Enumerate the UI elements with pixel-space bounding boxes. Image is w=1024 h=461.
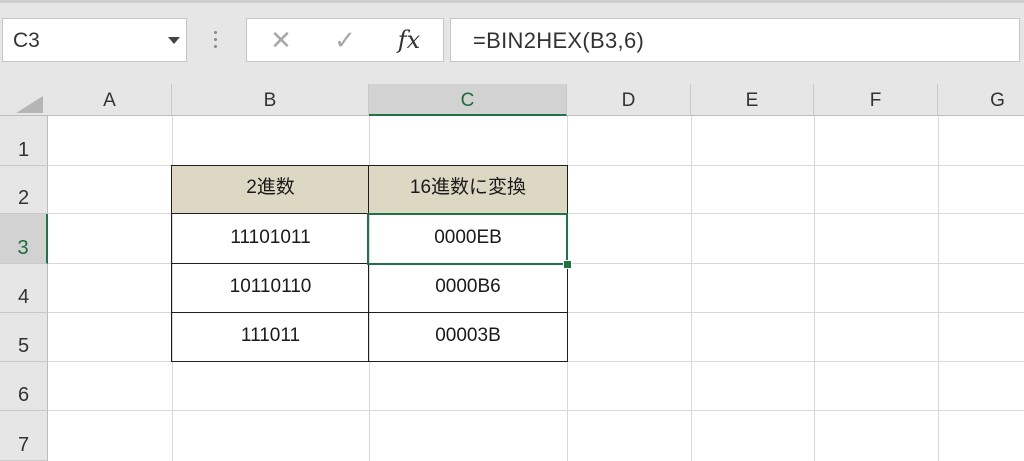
ribbon-edge <box>0 0 1024 3</box>
column-header-d[interactable]: D <box>567 84 691 116</box>
cell-b4[interactable]: 10110110 <box>172 264 369 312</box>
select-all-icon <box>16 96 43 113</box>
insert-function-icon[interactable]: fx <box>389 25 429 55</box>
row-header-2[interactable]: 2 <box>0 166 48 214</box>
formula-buttons: ✕ ✓ fx <box>246 18 444 62</box>
cell-c5[interactable]: 00003B <box>369 313 567 361</box>
row-number: 5 <box>17 335 30 357</box>
name-box[interactable]: C3 <box>2 18 187 62</box>
cell-text: 10110110 <box>229 276 312 297</box>
cell-b3[interactable]: 11101011 <box>172 214 369 263</box>
cell-b2[interactable]: 2進数 <box>172 166 369 213</box>
cell-text: 2進数 <box>246 177 295 198</box>
name-box-value: C3 <box>13 29 40 52</box>
column-header-f[interactable]: F <box>814 84 938 116</box>
cell-text: 16進数に変換 <box>409 177 527 198</box>
cancel-icon[interactable]: ✕ <box>261 25 301 55</box>
row-header-3[interactable]: 3 <box>0 214 48 264</box>
chevron-down-icon[interactable] <box>168 37 180 44</box>
cell-c2[interactable]: 16進数に変換 <box>369 166 567 213</box>
table-border <box>171 165 568 166</box>
row-number: 7 <box>17 434 30 456</box>
active-cell-outline <box>367 213 568 265</box>
column-header-a[interactable]: A <box>48 84 172 116</box>
formula-input[interactable]: =BIN2HEX(B3,6) <box>450 18 1020 62</box>
column-header-b[interactable]: B <box>172 84 369 116</box>
row-number: 4 <box>17 286 30 308</box>
row-header-1[interactable]: 1 <box>0 116 48 166</box>
column-header-c[interactable]: C <box>369 84 567 116</box>
cell-text: 0000B6 <box>435 276 501 297</box>
gridline <box>48 410 1024 411</box>
formula-text: =BIN2HEX(B3,6) <box>473 28 645 53</box>
table-border <box>171 361 568 362</box>
row-header-4[interactable]: 4 <box>0 264 48 313</box>
resize-handle-icon[interactable] <box>214 31 218 52</box>
cell-b5[interactable]: 111011 <box>172 313 369 361</box>
fill-handle[interactable] <box>563 260 572 269</box>
row-number: 3 <box>17 237 29 259</box>
row-header-7[interactable]: 7 <box>0 411 48 461</box>
table-border <box>171 165 172 362</box>
row-header-6[interactable]: 6 <box>0 362 48 411</box>
row-number: 2 <box>17 187 30 209</box>
table-border <box>171 312 568 313</box>
row-number: 1 <box>17 139 30 161</box>
cell-c4[interactable]: 0000B6 <box>369 264 567 312</box>
row-header-5[interactable]: 5 <box>0 313 48 362</box>
row-number: 6 <box>17 384 30 406</box>
cell-text: 111011 <box>240 325 301 346</box>
column-header-g[interactable]: G <box>938 84 1024 116</box>
cell-text: 11101011 <box>230 227 311 248</box>
cell-text: 00003B <box>435 325 501 346</box>
column-header-e[interactable]: E <box>691 84 814 116</box>
enter-icon[interactable]: ✓ <box>325 25 365 55</box>
